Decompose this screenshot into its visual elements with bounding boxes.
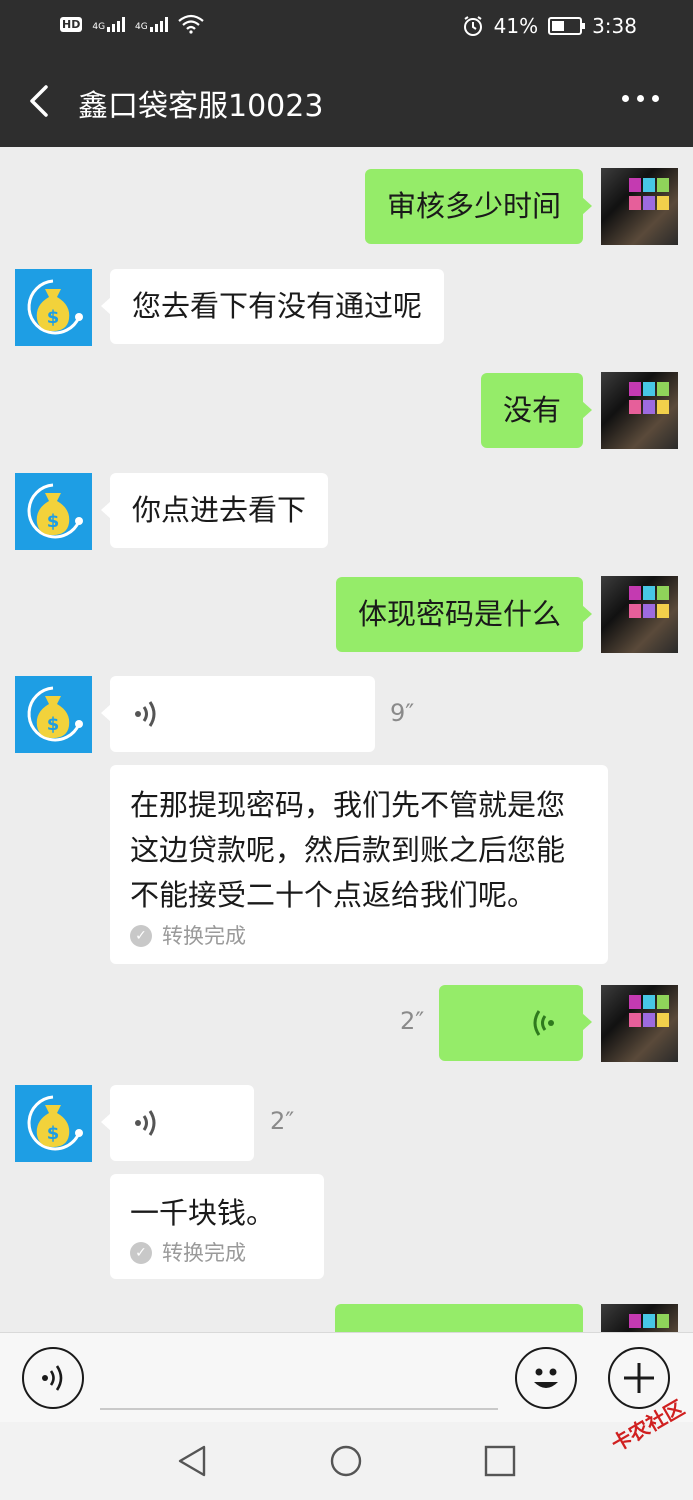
emoji-button[interactable] <box>515 1347 577 1409</box>
voice-bubble[interactable] <box>439 985 592 1061</box>
voice-duration: 2″ <box>400 1007 425 1035</box>
back-arrow-icon[interactable] <box>22 81 58 121</box>
message-bot: $ 你点进去看下 <box>0 451 693 551</box>
hd-icon: HD <box>60 16 83 32</box>
system-nav-bar <box>0 1422 693 1500</box>
status-right: 41% 3:38 <box>462 14 637 38</box>
transcript-bubble[interactable]: 一千块钱。 ✓ 转换完成 <box>110 1174 324 1279</box>
message-bot-voice: $ 2″ <box>0 1065 693 1165</box>
svg-text:$: $ <box>47 714 60 735</box>
signal-icon: 4G <box>92 16 126 32</box>
message-user-partial <box>0 1287 693 1332</box>
user-avatar[interactable] <box>601 372 678 449</box>
nav-home-icon[interactable] <box>329 1444 363 1478</box>
voice-duration: 9″ <box>390 699 415 727</box>
message-user-voice: 2″ <box>0 965 693 1065</box>
user-avatar[interactable] <box>601 985 678 1062</box>
input-bar <box>0 1332 693 1422</box>
transcript-line: 一千块钱。 <box>130 1196 276 1230</box>
transcript-status: ✓ 转换完成 <box>130 922 588 950</box>
battery-percent: 41% <box>493 14 539 38</box>
check-icon: ✓ <box>130 1242 152 1264</box>
money-bag-icon: $ <box>27 279 83 335</box>
user-avatar[interactable] <box>601 576 678 653</box>
plus-icon <box>624 1363 654 1393</box>
voice-transcript: 在那提现密码，我们先不管就是您 这边贷款呢，然后款到账之后您能 不能接受二十个点… <box>0 765 693 965</box>
money-bag-icon: $ <box>27 686 83 742</box>
message-list[interactable]: 审核多少时间 $ 您去看下有没有通过呢 没有 $ 你点进去看下 体现密码是什么 … <box>0 147 693 1332</box>
message-bot-voice: $ 9″ <box>0 655 693 755</box>
check-icon: ✓ <box>130 925 152 947</box>
message-bot: $ 您去看下有没有通过呢 <box>0 247 693 347</box>
voice-wave-icon <box>135 1110 156 1136</box>
message-input[interactable] <box>100 1408 498 1410</box>
wifi-icon <box>178 14 204 34</box>
voice-input-icon <box>42 1365 63 1391</box>
message-bubble[interactable]: 你点进去看下 <box>100 473 329 548</box>
status-bar: HD 4G 4G 41% 3:38 <box>0 0 693 55</box>
status-left: HD 4G 4G <box>60 14 204 34</box>
bot-avatar[interactable]: $ <box>15 269 92 346</box>
transcript-status-text: 转换完成 <box>162 1241 246 1265</box>
user-avatar[interactable] <box>601 1304 678 1332</box>
message-bubble[interactable]: 体现密码是什么 <box>335 577 593 652</box>
voice-wave-icon <box>135 701 156 727</box>
message-text: 您去看下有没有通过呢 <box>132 289 423 323</box>
transcript-status: ✓ 转换完成 <box>130 1239 304 1267</box>
message-text: 你点进去看下 <box>132 493 307 527</box>
money-bag-icon: $ <box>27 1095 83 1151</box>
message-text: 没有 <box>502 393 561 427</box>
voice-bubble[interactable] <box>101 1085 254 1161</box>
transcript-bubble[interactable]: 在那提现密码，我们先不管就是您 这边贷款呢，然后款到账之后您能 不能接受二十个点… <box>110 765 608 964</box>
voice-wave-icon <box>533 1010 554 1036</box>
message-bubble[interactable]: 您去看下有没有通过呢 <box>100 269 445 344</box>
bot-avatar[interactable]: $ <box>15 1085 92 1162</box>
svg-text:$: $ <box>47 511 60 532</box>
svg-text:$: $ <box>47 307 60 328</box>
message-text: 体现密码是什么 <box>357 597 561 631</box>
chat-title: 鑫口袋客服10023 <box>78 89 324 124</box>
smiley-icon <box>534 1368 558 1388</box>
transcript-line: 在那提现密码，我们先不管就是您 <box>130 788 566 822</box>
clock: 3:38 <box>592 14 637 38</box>
voice-bubble[interactable] <box>335 1304 583 1332</box>
chat-header: 鑫口袋客服10023 <box>0 55 693 147</box>
battery-icon <box>548 17 586 35</box>
alarm-icon <box>463 16 482 36</box>
message-bubble[interactable]: 没有 <box>480 373 593 448</box>
message-user: 审核多少时间 <box>0 147 693 247</box>
bot-avatar[interactable]: $ <box>15 473 92 550</box>
transcript-line: 不能接受二十个点返给我们呢。 <box>130 878 537 912</box>
more-options-icon[interactable] <box>622 95 659 102</box>
message-user: 没有 <box>0 351 693 451</box>
voice-duration: 2″ <box>270 1107 295 1135</box>
message-bubble[interactable]: 审核多少时间 <box>364 169 593 244</box>
message-text: 审核多少时间 <box>386 189 561 223</box>
money-bag-icon: $ <box>27 483 83 539</box>
network-type-2: 4G <box>135 22 148 32</box>
signal-icon-2: 4G <box>135 16 168 32</box>
bot-avatar[interactable]: $ <box>15 676 92 753</box>
svg-text:$: $ <box>47 1123 60 1144</box>
transcript-line: 这边贷款呢，然后款到账之后您能 <box>130 833 566 867</box>
voice-bubble[interactable] <box>101 676 375 752</box>
user-avatar[interactable] <box>601 168 678 245</box>
voice-transcript: 一千块钱。 ✓ 转换完成 <box>0 1174 693 1284</box>
transcript-status-text: 转换完成 <box>162 924 246 948</box>
nav-recents-icon[interactable] <box>483 1444 517 1478</box>
voice-input-button[interactable] <box>22 1347 84 1409</box>
network-type: 4G <box>92 22 106 32</box>
message-user: 体现密码是什么 <box>0 555 693 655</box>
nav-back-icon[interactable] <box>176 1444 210 1478</box>
